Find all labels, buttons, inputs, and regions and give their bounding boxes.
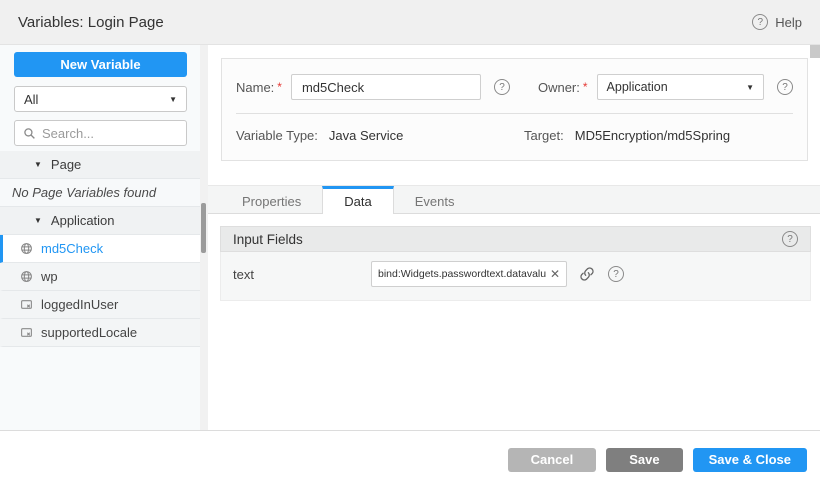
tree-group-page[interactable]: ▼ Page	[0, 151, 200, 179]
variable-label: md5Check	[41, 241, 103, 256]
help-label: Help	[775, 15, 802, 30]
bind-expression-box: ✕	[371, 261, 567, 287]
field-help-icon[interactable]: ?	[608, 266, 624, 282]
tab-bar: Properties Data Events	[208, 185, 820, 214]
variable-tree: ▼ Page No Page Variables found ▼ Applica…	[0, 151, 200, 347]
chevron-down-icon: ▼	[169, 95, 177, 104]
tab-properties[interactable]: Properties	[221, 186, 322, 213]
input-field-row: text ✕ ?	[220, 252, 811, 301]
java-service-variable-icon	[20, 270, 33, 283]
clear-bind-icon[interactable]: ✕	[546, 267, 564, 281]
section-title: Input Fields	[233, 232, 303, 247]
variable-label: supportedLocale	[41, 325, 137, 340]
variable-item-loggedinuser[interactable]: loggedInUser	[0, 291, 200, 319]
search-icon	[23, 127, 36, 140]
required-marker: *	[583, 80, 588, 94]
dialog-header: Variables: Login Page ? Help	[0, 0, 820, 45]
save-close-button[interactable]: Save & Close	[693, 448, 807, 472]
section-help-icon[interactable]: ?	[782, 231, 798, 247]
sidebar-filler	[0, 347, 200, 430]
chevron-down-icon: ▼	[746, 83, 754, 92]
sidebar: New Variable All ▼ ▼ Page No Page Variab…	[0, 45, 208, 430]
help-icon: ?	[752, 14, 768, 30]
link-icon	[579, 266, 595, 282]
filter-selected-value: All	[24, 92, 38, 107]
scrollbar-thumb[interactable]	[201, 203, 206, 253]
main-panel: Name: * ? Owner: * Application ▼ ? Varia…	[208, 45, 820, 430]
input-fields-section: Input Fields ? text ✕ ?	[220, 226, 811, 301]
bind-expression-input[interactable]	[378, 268, 546, 280]
name-label: Name:	[236, 80, 274, 95]
cancel-button[interactable]: Cancel	[508, 448, 597, 472]
variable-summary-card: Name: * ? Owner: * Application ▼ ? Varia…	[221, 58, 808, 161]
group-label: Page	[51, 157, 81, 172]
name-help-icon[interactable]: ?	[494, 79, 510, 95]
owner-label: Owner:	[538, 80, 580, 95]
variable-label: loggedInUser	[41, 297, 118, 312]
page-title: Variables: Login Page	[18, 14, 164, 31]
collapse-caret-icon: ▼	[34, 160, 42, 169]
save-button[interactable]: Save	[606, 448, 682, 472]
variable-type-value: Java Service	[329, 128, 403, 143]
tab-data[interactable]: Data	[322, 186, 393, 214]
tree-group-application[interactable]: ▼ Application	[0, 207, 200, 235]
group-label: Application	[51, 213, 115, 228]
variable-item-wp[interactable]: wp	[0, 263, 200, 291]
static-variable-icon	[20, 326, 33, 339]
field-label: text	[233, 267, 371, 282]
owner-select[interactable]: Application ▼	[597, 74, 764, 100]
variable-item-supportedlocale[interactable]: supportedLocale	[0, 319, 200, 347]
search-input[interactable]	[42, 126, 178, 141]
variable-label: wp	[41, 269, 58, 284]
collapse-caret-icon: ▼	[34, 216, 42, 225]
owner-help-icon[interactable]: ?	[777, 79, 793, 95]
required-marker: *	[277, 80, 282, 94]
static-variable-icon	[20, 298, 33, 311]
dialog-footer: Cancel Save Save & Close	[0, 430, 820, 488]
target-label: Target:	[524, 128, 564, 143]
page-empty-message: No Page Variables found	[0, 179, 200, 207]
java-service-variable-icon	[20, 242, 33, 255]
name-input[interactable]	[291, 74, 481, 100]
variables-dialog: Variables: Login Page ? Help New Variabl…	[0, 0, 820, 488]
scrollbar-corner	[810, 45, 820, 58]
target-value: MD5Encryption/md5Spring	[575, 128, 730, 143]
tab-events[interactable]: Events	[394, 186, 476, 213]
variable-type-label: Variable Type:	[236, 128, 318, 143]
new-variable-button[interactable]: New Variable	[14, 52, 187, 77]
help-button[interactable]: ? Help	[752, 14, 802, 30]
sidebar-scrollbar[interactable]	[200, 45, 208, 430]
owner-selected-value: Application	[607, 80, 668, 94]
search-box[interactable]	[14, 120, 187, 146]
variable-filter-select[interactable]: All ▼	[14, 86, 187, 112]
variable-item-md5check[interactable]: md5Check	[0, 235, 200, 263]
bind-link-button[interactable]	[579, 266, 595, 282]
